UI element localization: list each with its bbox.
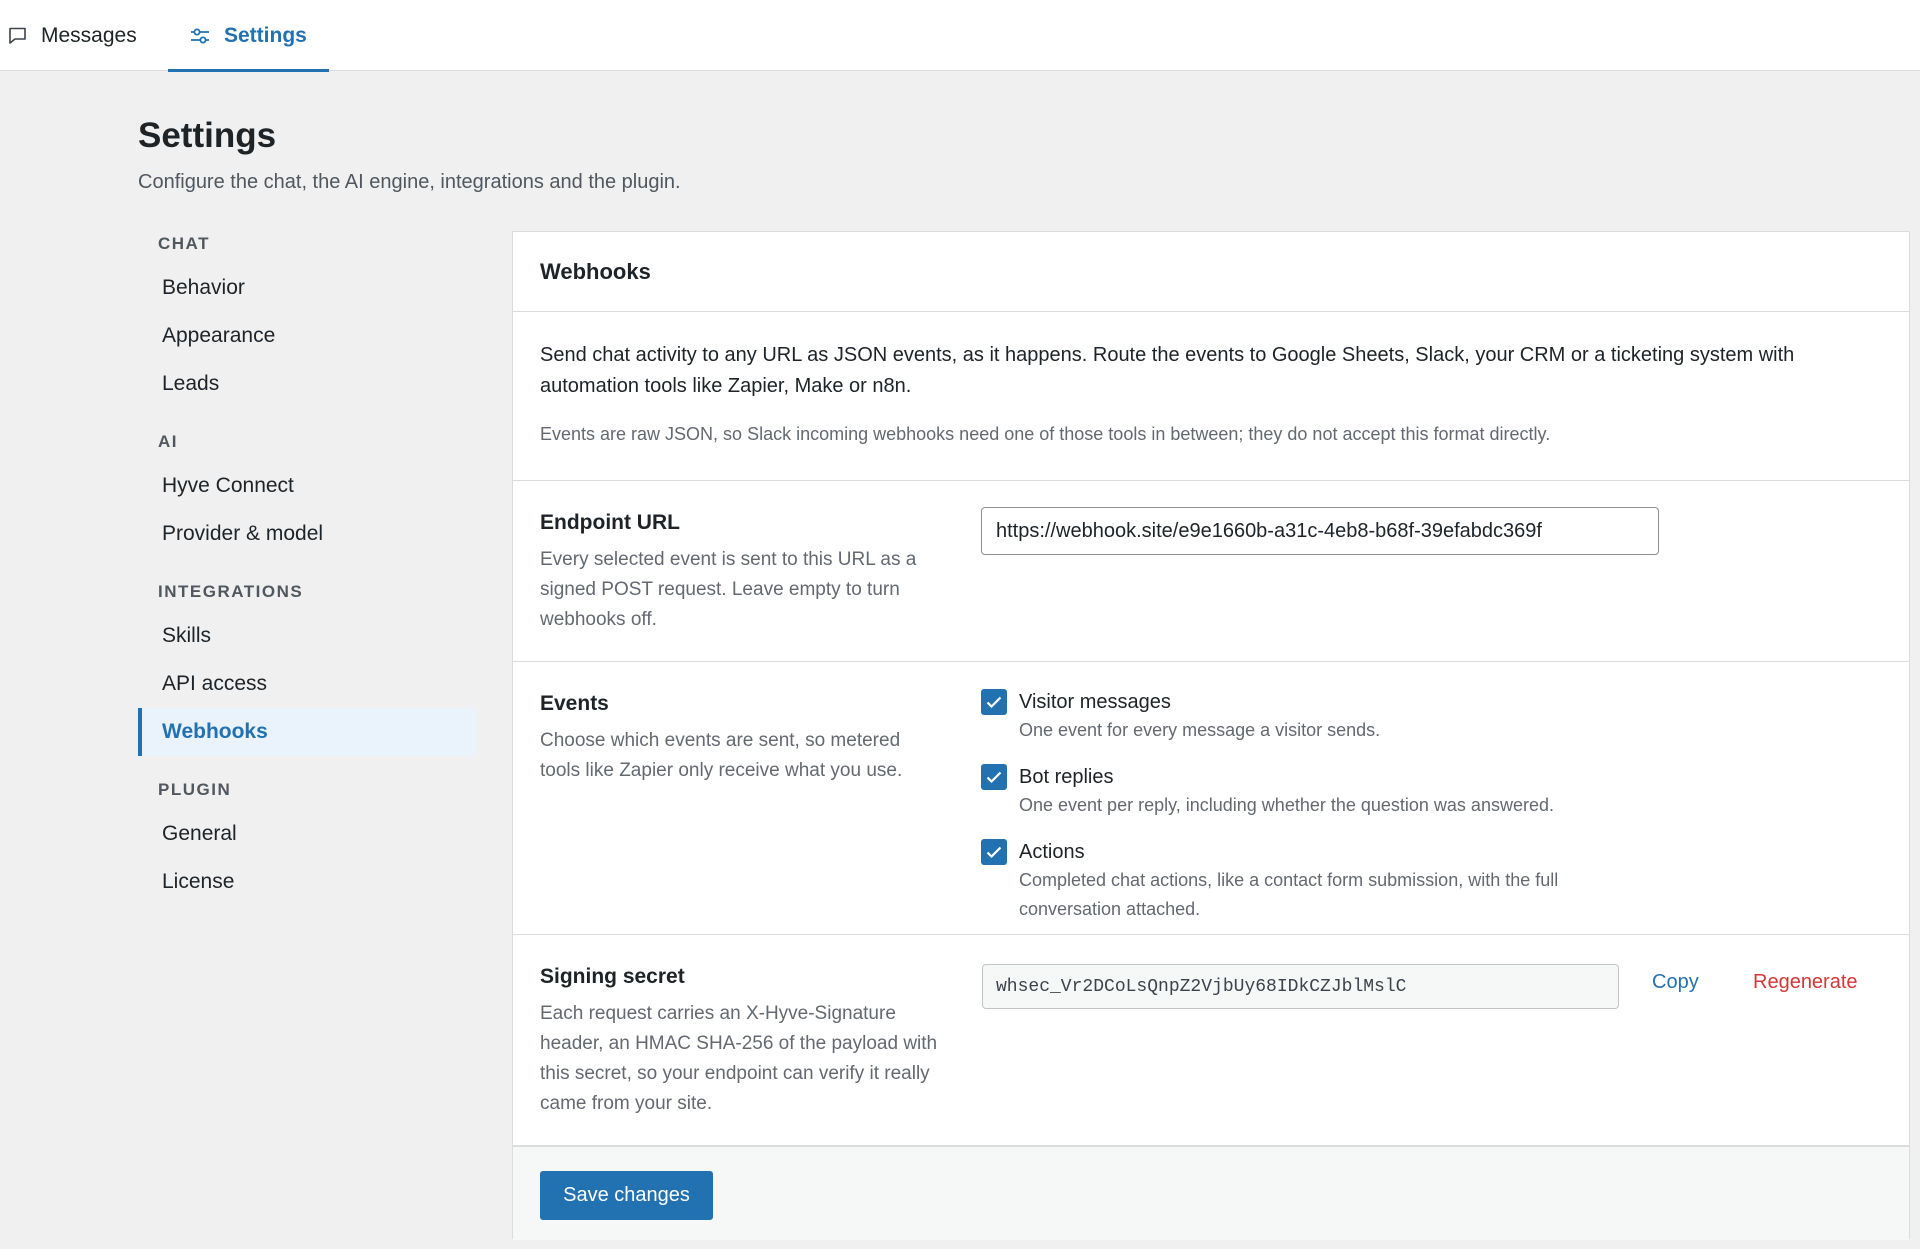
nav-heading: INTEGRATIONS: [158, 582, 304, 601]
signing-secret-field[interactable]: [982, 964, 1619, 1009]
endpoint-url-input[interactable]: [981, 507, 1659, 555]
event-option-hint: One event per reply, including whether t…: [1019, 795, 1554, 815]
actions-checkbox[interactable]: [981, 839, 1007, 865]
tab-messages-label: Messages: [41, 23, 137, 47]
sidebar-item-provider-model[interactable]: Provider & model: [138, 510, 476, 558]
sidebar-item-api-access[interactable]: API access: [138, 660, 476, 708]
sidebar-item-webhooks[interactable]: Webhooks: [138, 708, 476, 756]
visitor-messages-checkbox[interactable]: [981, 689, 1007, 715]
sliders-icon: [190, 27, 210, 45]
checkmark-icon: [986, 846, 1002, 858]
tab-settings[interactable]: Settings: [168, 0, 329, 72]
sidebar-item-hyve-connect[interactable]: Hyve Connect: [138, 462, 476, 510]
sidebar-item-general[interactable]: General: [138, 810, 476, 858]
events-row: Events Choose which events are sent, so …: [513, 662, 1909, 935]
tab-settings-label: Settings: [224, 23, 307, 47]
event-option-visitor-messages: Visitor messages One event for every mes…: [981, 688, 1659, 745]
endpoint-label: Endpoint URL: [540, 511, 680, 534]
top-tab-bar: Messages Settings: [0, 0, 1920, 72]
intro-note: Events are raw JSON, so Slack incoming w…: [540, 424, 1551, 444]
endpoint-description: Every selected event is sent to this URL…: [540, 549, 917, 630]
page-title: Settings: [138, 116, 277, 155]
bot-replies-checkbox[interactable]: [981, 764, 1007, 790]
nav-group-integrations: INTEGRATIONS Skills API access Webhooks: [138, 572, 476, 756]
event-option-hint: Completed chat actions, like a contact f…: [1019, 870, 1559, 919]
page-subtitle: Configure the chat, the AI engine, integ…: [138, 171, 681, 193]
event-option-label: Actions: [1019, 841, 1085, 863]
event-option-label: Visitor messages: [1019, 691, 1171, 713]
settings-sidebar: CHAT Behavior Appearance Leads AI Hyve C…: [138, 224, 476, 920]
panel-title: Webhooks: [513, 232, 1909, 312]
sidebar-item-license[interactable]: License: [138, 858, 476, 906]
signing-secret-row: Signing secret Each request carries an X…: [513, 935, 1909, 1146]
checkmark-icon: [986, 696, 1002, 708]
webhooks-panel: Webhooks Send chat activity to any URL a…: [512, 231, 1910, 1240]
events-label: Events: [540, 692, 609, 715]
nav-group-ai: AI Hyve Connect Provider & model: [138, 422, 476, 558]
panel-footer: Save changes: [513, 1146, 1909, 1240]
event-option-bot-replies: Bot replies One event per reply, includi…: [981, 763, 1659, 820]
nav-heading: AI: [158, 432, 178, 451]
sidebar-item-skills[interactable]: Skills: [138, 612, 476, 660]
nav-group-chat: CHAT Behavior Appearance Leads: [138, 224, 476, 408]
endpoint-row: Endpoint URL Every selected event is sen…: [513, 481, 1909, 662]
chat-bubble-icon: [8, 26, 27, 45]
event-option-actions: Actions Completed chat actions, like a c…: [981, 838, 1659, 924]
nav-heading: PLUGIN: [158, 780, 232, 799]
save-changes-button[interactable]: Save changes: [540, 1171, 713, 1220]
nav-heading: CHAT: [158, 234, 210, 253]
intro-text: Send chat activity to any URL as JSON ev…: [540, 344, 1795, 397]
regenerate-button[interactable]: Regenerate: [1753, 971, 1858, 994]
signing-secret-description: Each request carries an X-Hyve-Signature…: [540, 1003, 938, 1114]
checkmark-icon: [986, 771, 1002, 783]
nav-group-plugin: PLUGIN General License: [138, 770, 476, 906]
signing-secret-label: Signing secret: [540, 965, 685, 988]
sidebar-item-behavior[interactable]: Behavior: [138, 264, 476, 312]
event-option-label: Bot replies: [1019, 766, 1114, 788]
sidebar-item-leads[interactable]: Leads: [138, 360, 476, 408]
event-option-hint: One event for every message a visitor se…: [1019, 720, 1381, 740]
events-checklist: Visitor messages One event for every mes…: [981, 688, 1659, 942]
events-description: Choose which events are sent, so metered…: [540, 730, 903, 781]
sidebar-item-appearance[interactable]: Appearance: [138, 312, 476, 360]
tab-messages[interactable]: Messages: [8, 0, 137, 71]
intro-section: Send chat activity to any URL as JSON ev…: [513, 312, 1909, 481]
copy-button[interactable]: Copy: [1652, 971, 1699, 994]
